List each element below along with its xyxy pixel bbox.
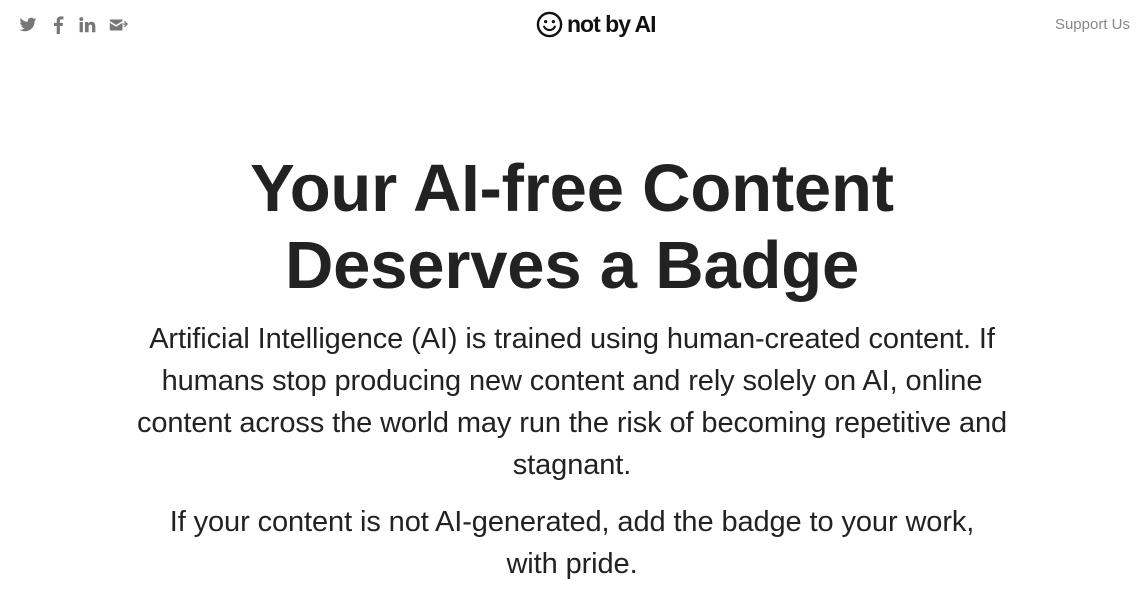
hero-section: Your AI-free Content Deserves a Badge Ar… bbox=[0, 150, 1144, 585]
facebook-icon bbox=[53, 16, 63, 34]
email-share-icon bbox=[109, 19, 128, 31]
smile-face-icon bbox=[536, 11, 563, 38]
facebook-link[interactable] bbox=[48, 15, 68, 35]
badge-call-to-action-text: If your content is not AI-generated, add… bbox=[169, 506, 975, 580]
linkedin-link[interactable] bbox=[78, 15, 98, 35]
hero-description-paragraph: Artificial Intelligence (AI) is trained … bbox=[136, 323, 1008, 481]
hero-title: Your AI-free Content Deserves a Badge bbox=[250, 151, 894, 303]
support-us-link[interactable]: Support Us bbox=[1055, 16, 1130, 34]
twitter-icon bbox=[19, 17, 37, 32]
twitter-link[interactable] bbox=[18, 15, 38, 35]
brand-logo-link[interactable]: not by AI bbox=[536, 11, 657, 38]
social-share-links bbox=[18, 15, 128, 35]
page: not by AI Support Us Your AI-free Conten… bbox=[0, 0, 1144, 614]
top-navigation-bar: not by AI Support Us bbox=[0, 0, 1144, 52]
brand-name: not by AI bbox=[567, 11, 657, 37]
linkedin-icon bbox=[79, 17, 96, 33]
email-share-link[interactable] bbox=[108, 15, 128, 35]
